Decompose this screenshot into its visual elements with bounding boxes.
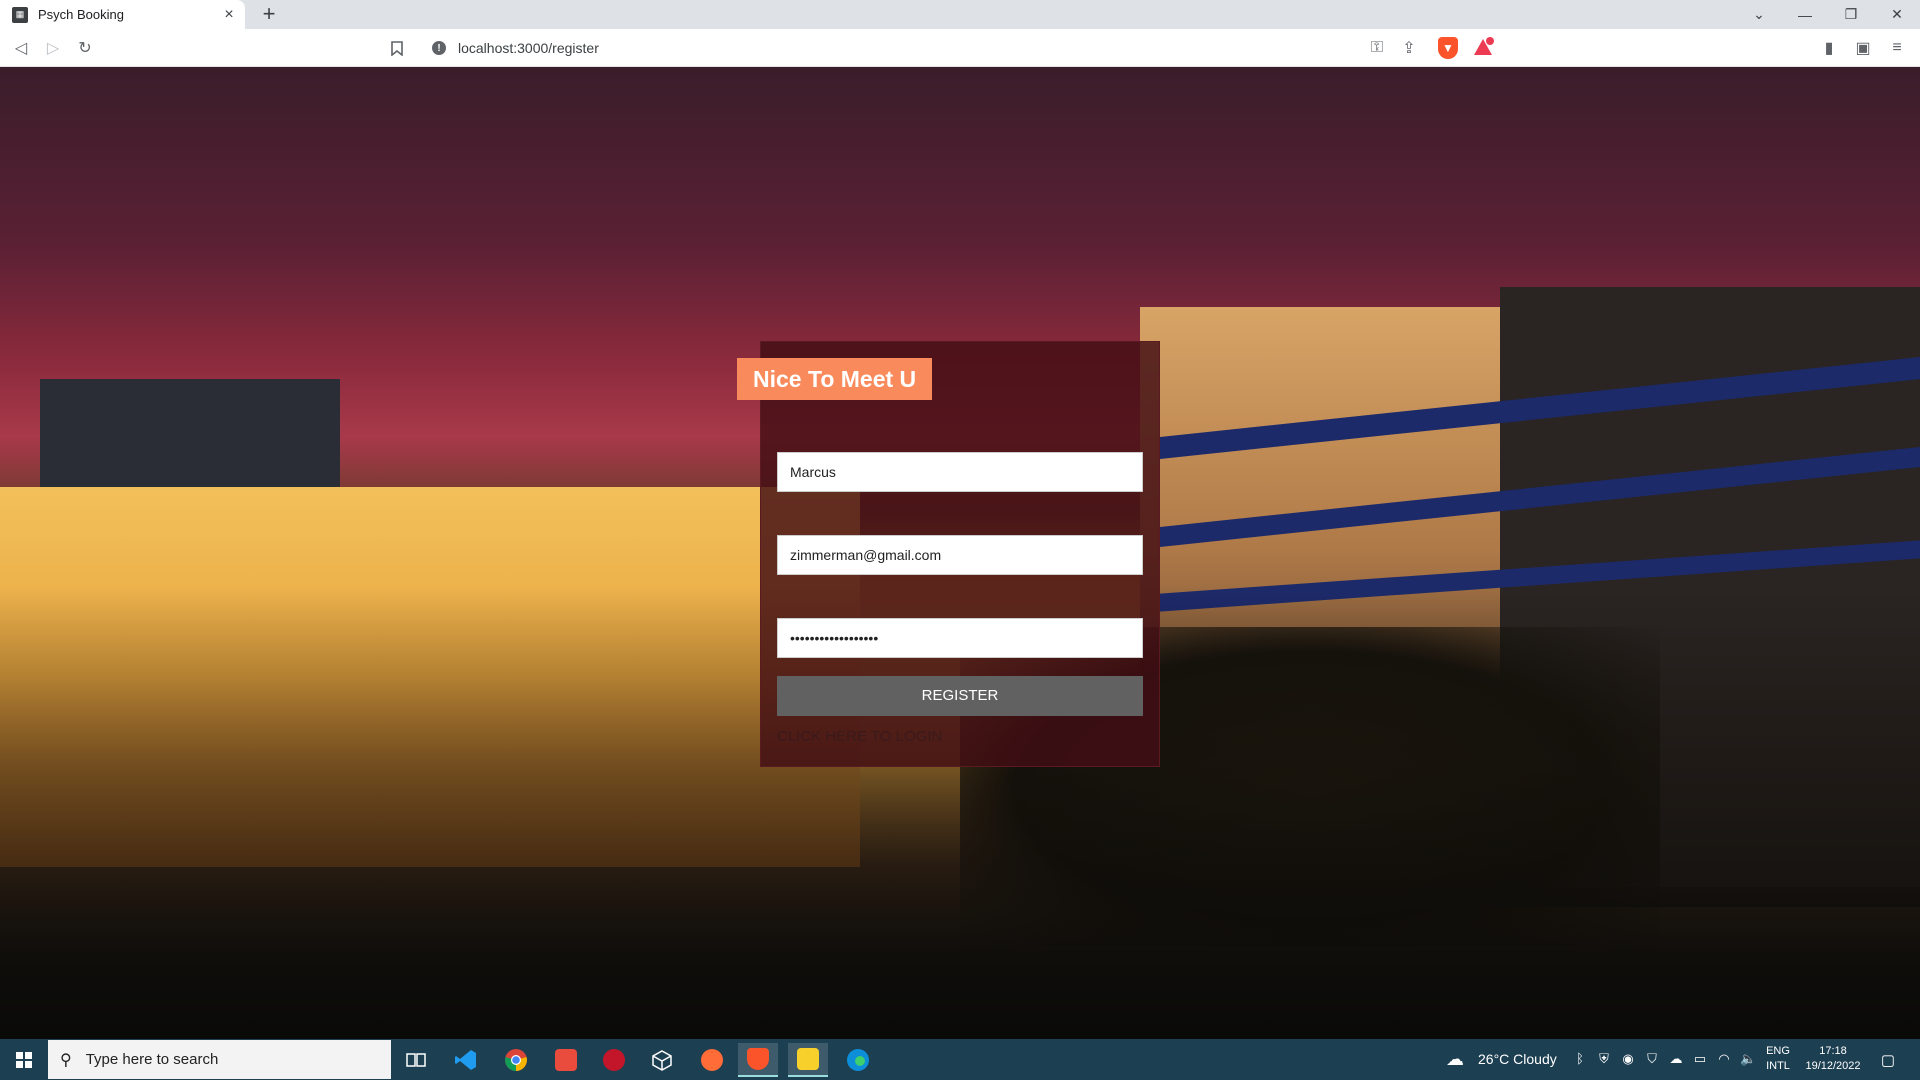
search-placeholder: Type here to search (85, 1051, 219, 1068)
restore-icon[interactable]: ❐ (1828, 0, 1874, 29)
clock-date: 19/12/2022 (1805, 1060, 1861, 1072)
bookmark-icon[interactable] (384, 35, 410, 61)
minimize-icon[interactable]: — (1782, 0, 1828, 29)
clock[interactable]: 17:18 19/12/2022 (1800, 1044, 1866, 1074)
building-left-tower (40, 379, 340, 499)
sidebar-icon[interactable]: ▮ (1816, 35, 1842, 61)
language-line2: INTL (1766, 1060, 1790, 1072)
language-indicator[interactable]: ENG INTL (1764, 1044, 1792, 1074)
onedrive-icon[interactable]: ☁ (1668, 1051, 1684, 1067)
key-icon[interactable]: ⚿ (1364, 35, 1390, 61)
register-heading: Nice To Meet U (737, 358, 933, 400)
taskbar-search[interactable]: ⚲ Type here to search (48, 1040, 391, 1079)
tab-title: Psych Booking (38, 7, 124, 22)
brave-rewards-icon[interactable] (1472, 37, 1494, 57)
search-icon: ⚲ (60, 1051, 72, 1069)
notification-icon[interactable]: ▢ (1880, 1051, 1896, 1069)
chrome-icon[interactable] (496, 1043, 536, 1077)
browser-toolbar: ◁ ▷ ↻ ! localhost:3000/register ⚿ ⇪ ▼ ▮ … (0, 29, 1920, 67)
forward-icon[interactable]: ▷ (40, 35, 66, 61)
battery-icon[interactable]: ▭ (1692, 1051, 1708, 1067)
brave-icon[interactable] (738, 1043, 778, 1077)
email-input[interactable] (777, 535, 1143, 575)
start-button[interactable] (0, 1039, 48, 1080)
menu-icon[interactable]: ≡ (1884, 35, 1910, 61)
task-view-icon[interactable] (396, 1043, 436, 1077)
weather-text[interactable]: 26°C Cloudy (1478, 1051, 1557, 1067)
tab-strip: ▦ Psych Booking × + ⌄ — ❐ ✕ (0, 0, 1920, 29)
language-line1: ENG (1766, 1045, 1790, 1057)
url-text: localhost:3000/register (458, 40, 599, 56)
close-window-icon[interactable]: ✕ (1874, 0, 1920, 29)
brave-shield-icon[interactable]: ▼ (1438, 37, 1458, 59)
bluetooth-icon[interactable]: ᛒ (1572, 1051, 1588, 1067)
edge-icon[interactable] (838, 1043, 878, 1077)
vscode-icon[interactable] (446, 1043, 486, 1077)
app-tray-icon[interactable]: ◉ (1620, 1051, 1636, 1067)
share-icon[interactable]: ⇪ (1396, 35, 1422, 61)
tab-close-icon[interactable]: × (219, 6, 239, 24)
defender-icon[interactable]: ⛨ (1596, 1051, 1612, 1067)
git-icon[interactable] (546, 1043, 586, 1077)
windows-logo-icon (16, 1051, 32, 1068)
register-button[interactable]: REGISTER (777, 676, 1143, 716)
new-tab-button[interactable]: + (256, 2, 282, 28)
sticky-notes-icon[interactable] (788, 1043, 828, 1077)
volume-icon[interactable]: 🔈 (1740, 1051, 1756, 1067)
security-icon[interactable]: ⛉ (1644, 1051, 1660, 1067)
site-info-icon[interactable]: ! (432, 41, 446, 55)
reload-icon[interactable]: ↻ (72, 35, 98, 61)
tab-search-icon[interactable]: ⌄ (1736, 0, 1782, 29)
password-input[interactable] (777, 618, 1143, 658)
wifi-icon[interactable]: ◠ (1716, 1051, 1732, 1067)
login-link[interactable]: CLICK HERE TO LOGIN (777, 728, 942, 745)
tab-psych-booking[interactable]: ▦ Psych Booking × (0, 0, 245, 29)
site-favicon-icon: ▦ (12, 6, 28, 23)
cube-icon[interactable] (642, 1043, 682, 1077)
address-bar[interactable]: ! localhost:3000/register (418, 32, 1503, 64)
clock-time: 17:18 (1819, 1045, 1847, 1057)
postman-icon[interactable] (692, 1043, 732, 1077)
cloudy-weather-icon[interactable]: ☁ (1446, 1049, 1464, 1069)
back-icon[interactable]: ◁ (8, 35, 34, 61)
windows-taskbar: ⚲ Type here to search ☁ 26°C Cloudy ᛒ ⛨ … (0, 1039, 1920, 1080)
wallet-icon[interactable]: ▣ (1850, 35, 1876, 61)
red-app-icon[interactable] (594, 1043, 634, 1077)
name-input[interactable] (777, 452, 1143, 492)
